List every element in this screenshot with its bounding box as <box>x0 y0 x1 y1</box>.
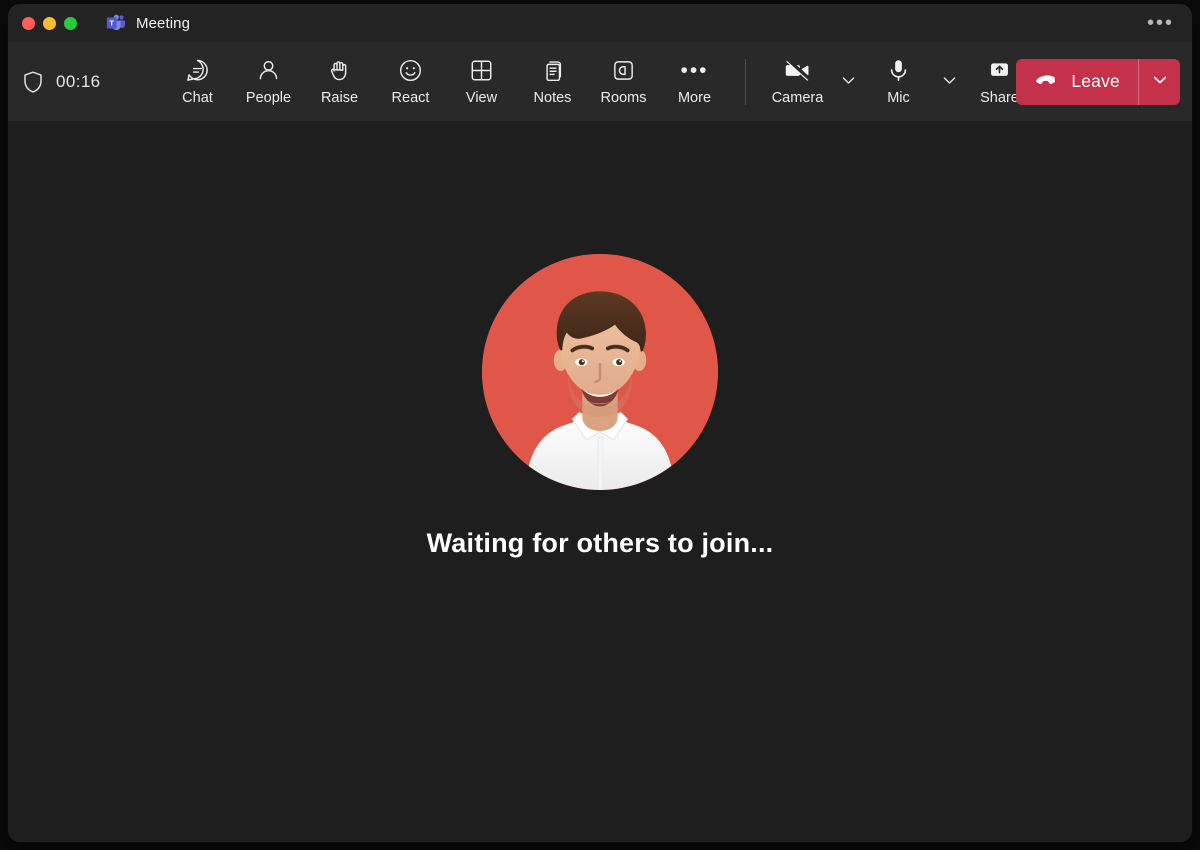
camera-toggle-button[interactable]: Camera <box>762 51 833 113</box>
mic-group: Mic <box>863 51 964 113</box>
teams-meeting-window: T Meeting ••• 00:16 Chat People Raise Re… <box>8 4 1192 842</box>
svg-text:T: T <box>109 19 114 28</box>
leave-options-button[interactable] <box>1138 58 1180 105</box>
more-dots-icon: ••• <box>680 58 709 82</box>
view-label: View <box>465 89 498 106</box>
raise-hand-label: Raise <box>320 89 359 106</box>
people-icon <box>256 58 281 84</box>
toolbar-actions: Chat People Raise React View Notes Rooms… <box>162 51 1035 113</box>
more-label: More <box>677 89 712 106</box>
more-button[interactable]: ••• More <box>659 51 730 113</box>
view-button[interactable]: View <box>446 51 517 113</box>
raise-hand-icon <box>327 58 352 84</box>
notes-icon <box>540 58 565 84</box>
people-button[interactable]: People <box>233 51 304 113</box>
share-screen-icon <box>987 58 1012 84</box>
teams-logo-icon: T <box>106 14 126 31</box>
share-label: Share <box>980 89 1019 106</box>
window-more-options-icon[interactable]: ••• <box>1147 13 1174 33</box>
notes-label: Notes <box>533 89 572 106</box>
participant-avatar <box>482 254 718 490</box>
traffic-lights <box>22 16 77 30</box>
rooms-button[interactable]: Rooms <box>588 51 659 113</box>
hang-up-icon <box>1035 73 1060 90</box>
minimize-window-button[interactable] <box>43 16 56 30</box>
chat-button[interactable]: Chat <box>162 51 233 113</box>
react-button[interactable]: React <box>375 51 446 113</box>
meeting-status-group: 00:16 <box>22 70 162 94</box>
maximize-window-button[interactable] <box>64 16 77 30</box>
chat-label: Chat <box>182 89 213 106</box>
title-bar: T Meeting ••• <box>8 4 1192 42</box>
mic-toggle-button[interactable]: Mic <box>863 51 934 113</box>
mic-on-icon <box>886 58 911 84</box>
close-window-button[interactable] <box>22 16 35 30</box>
mic-options-button[interactable] <box>934 51 964 113</box>
meeting-toolbar: 00:16 Chat People Raise React View Notes… <box>8 42 1192 121</box>
meeting-stage: Waiting for others to join... <box>8 121 1192 842</box>
chat-icon <box>185 58 210 84</box>
notes-button[interactable]: Notes <box>517 51 588 113</box>
toolbar-divider <box>745 58 746 105</box>
people-label: People <box>245 89 292 106</box>
leave-button[interactable]: Leave <box>1016 59 1138 105</box>
raise-hand-button[interactable]: Raise <box>304 51 375 113</box>
react-label: React <box>391 89 430 106</box>
shield-icon[interactable] <box>22 70 44 94</box>
mic-label: Mic <box>887 89 910 106</box>
camera-options-button[interactable] <box>833 51 863 113</box>
window-title: Meeting <box>136 14 191 32</box>
react-smiley-icon <box>398 58 423 84</box>
camera-label: Camera <box>771 89 824 106</box>
meeting-timer: 00:16 <box>56 71 101 91</box>
rooms-label: Rooms <box>600 89 647 106</box>
breakout-rooms-icon <box>611 58 636 84</box>
camera-group: Camera <box>762 51 863 113</box>
view-grid-icon <box>469 58 494 84</box>
chevron-down-icon <box>941 72 958 92</box>
leave-label: Leave <box>1071 71 1120 91</box>
leave-group: Leave <box>1016 58 1180 105</box>
chevron-down-icon <box>840 72 857 92</box>
chevron-down-icon <box>1151 71 1169 92</box>
waiting-status-message: Waiting for others to join... <box>426 528 774 558</box>
camera-off-icon <box>784 58 811 84</box>
